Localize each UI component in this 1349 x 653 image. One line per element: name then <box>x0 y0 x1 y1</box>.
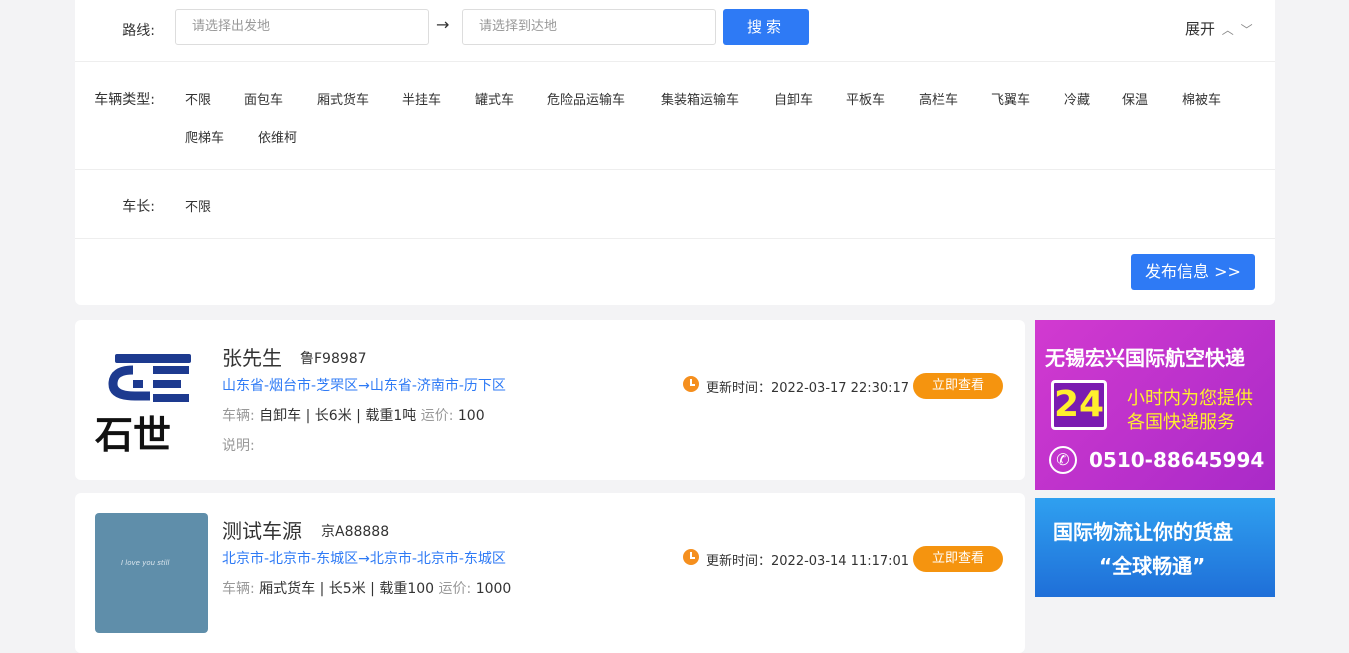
ad-banner[interactable]: 无锡宏兴国际航空快递 24 小时内为您提供 各国快递服务 ✆ 0510-8864… <box>1035 320 1275 490</box>
contact-name: 张先生 <box>222 346 282 370</box>
route-link[interactable]: 山东省-烟台市-芝罘区→山东省-济南市-历下区 <box>222 375 506 395</box>
listing-photo: I love you still <box>95 513 208 633</box>
price-label: 运价: <box>438 581 472 597</box>
route-arrow: → <box>436 15 450 34</box>
vehicle-type-option[interactable]: 半挂车 <box>402 89 441 108</box>
price-value: 1000 <box>475 581 512 597</box>
vehicle-type-option[interactable]: 集装箱运输车 <box>661 89 739 108</box>
ad-line1: 小时内为您提供 <box>1127 388 1253 409</box>
length-label: 车长: <box>122 199 155 215</box>
company-logo: 石世 <box>95 340 208 460</box>
ad-number-box: 24 <box>1051 380 1107 430</box>
vehicle-type-option[interactable]: 罐式车 <box>475 89 514 108</box>
vehicle-weight: 载重1吨 <box>365 408 417 424</box>
route-label: 路线: <box>122 23 155 39</box>
vehicle-type-option[interactable]: 危险品运输车 <box>547 89 625 108</box>
vehicle-type-option[interactable]: 自卸车 <box>774 89 813 108</box>
ad-line2: 各国快递服务 <box>1127 412 1235 433</box>
publish-button[interactable]: 发布信息 >> <box>1131 254 1255 290</box>
filter-panel: 路线: 请选择出发地 → 请选择到达地 搜索 展开 ︿ ﹀ 车辆类型: 不限 面… <box>75 0 1275 305</box>
update-time: 更新时间：2022-03-14 11:17:01 <box>706 554 910 569</box>
ad-title: 国际物流让你的货盘 <box>1053 520 1233 544</box>
length-option[interactable]: 不限 <box>185 196 211 215</box>
vehicle-type: 厢式货车 <box>259 581 316 597</box>
ad-banner[interactable]: 国际物流让你的货盘 “全球畅通” <box>1035 498 1275 597</box>
search-button[interactable]: 搜索 <box>723 9 809 45</box>
route-link[interactable]: 北京市-北京市-东城区→北京市-北京市-东城区 <box>222 548 506 568</box>
view-now-button[interactable]: 立即查看 <box>913 373 1003 399</box>
price-value: 100 <box>457 408 485 424</box>
vehicle-type-option[interactable]: 棉被车 <box>1182 89 1221 108</box>
logo-text: 石世 <box>95 413 171 457</box>
vehicle-label: 车辆: <box>222 581 255 597</box>
clock-icon <box>683 376 699 392</box>
vehicle-type: 自卸车 <box>259 408 302 424</box>
vehicle-type-option[interactable]: 厢式货车 <box>317 89 369 108</box>
update-time: 更新时间：2022-03-17 22:30:17 <box>706 381 910 396</box>
expand-label: 展开 <box>1185 20 1216 38</box>
plate-number: 京A88888 <box>321 524 390 540</box>
clock-icon <box>683 549 699 565</box>
chevron-up-icon: ︿ <box>1221 23 1234 37</box>
vehicle-type-option[interactable]: 平板车 <box>846 89 885 108</box>
contact-name: 测试车源 <box>222 519 302 543</box>
vehicle-length: 长5米 <box>328 581 366 597</box>
vehicle-type-option[interactable]: 飞翼车 <box>991 89 1030 108</box>
vehicle-type-option[interactable]: 不限 <box>185 89 211 108</box>
publish-row: 发布信息 >> <box>75 239 1275 305</box>
vehicle-type-option[interactable]: 爬梯车 <box>185 127 224 146</box>
plate-number: 鲁F98987 <box>300 351 367 367</box>
vehicle-type-option[interactable]: 冷藏 <box>1064 89 1090 108</box>
vehicle-type-option[interactable]: 保温 <box>1122 89 1148 108</box>
route-row: 路线: 请选择出发地 → 请选择到达地 搜索 展开 ︿ ﹀ <box>75 0 1275 62</box>
ad-title: 无锡宏兴国际航空快递 <box>1045 346 1245 370</box>
ad-phone: 0510-88645994 <box>1089 448 1265 472</box>
chevron-down-icon: ﹀ <box>1240 23 1253 37</box>
photo-caption: I love you still <box>121 559 170 567</box>
phone-icon: ✆ <box>1049 446 1077 474</box>
destination-input[interactable]: 请选择到达地 <box>462 9 716 45</box>
length-row: 车长: 不限 <box>75 170 1275 239</box>
listing-card: 石世 张先生 鲁F98987 山东省-烟台市-芝罘区→山东省-济南市-历下区 车… <box>75 320 1025 480</box>
expand-toggle[interactable]: 展开 ︿ ﹀ <box>1185 18 1253 39</box>
vehicle-label: 车辆: <box>222 408 255 424</box>
vehicle-type-option[interactable]: 依维柯 <box>258 127 297 146</box>
price-label: 运价: <box>420 408 454 424</box>
vehicle-specs: 车辆: 自卸车 | 长6米 | 载重1吨 运价: 100 <box>222 408 485 424</box>
vehicle-type-row: 车辆类型: 不限 面包车 厢式货车 半挂车 罐式车 危险品运输车 集装箱运输车 … <box>75 62 1275 170</box>
vehicle-type-option[interactable]: 高栏车 <box>919 89 958 108</box>
ad-subtitle: “全球畅通” <box>1099 554 1206 578</box>
vehicle-type-label: 车辆类型: <box>94 92 155 108</box>
vehicle-length: 长6米 <box>314 408 352 424</box>
vehicle-specs: 车辆: 厢式货车 | 长5米 | 载重100 运价: 1000 <box>222 581 512 597</box>
origin-input[interactable]: 请选择出发地 <box>175 9 429 45</box>
vehicle-weight: 载重100 <box>379 581 435 597</box>
ad-number: 24 <box>1054 384 1105 425</box>
view-now-button[interactable]: 立即查看 <box>913 546 1003 572</box>
listing-card: I love you still 测试车源 京A88888 北京市-北京市-东城… <box>75 493 1025 653</box>
note-label: 说明: <box>222 438 255 454</box>
vehicle-type-option[interactable]: 面包车 <box>244 89 283 108</box>
